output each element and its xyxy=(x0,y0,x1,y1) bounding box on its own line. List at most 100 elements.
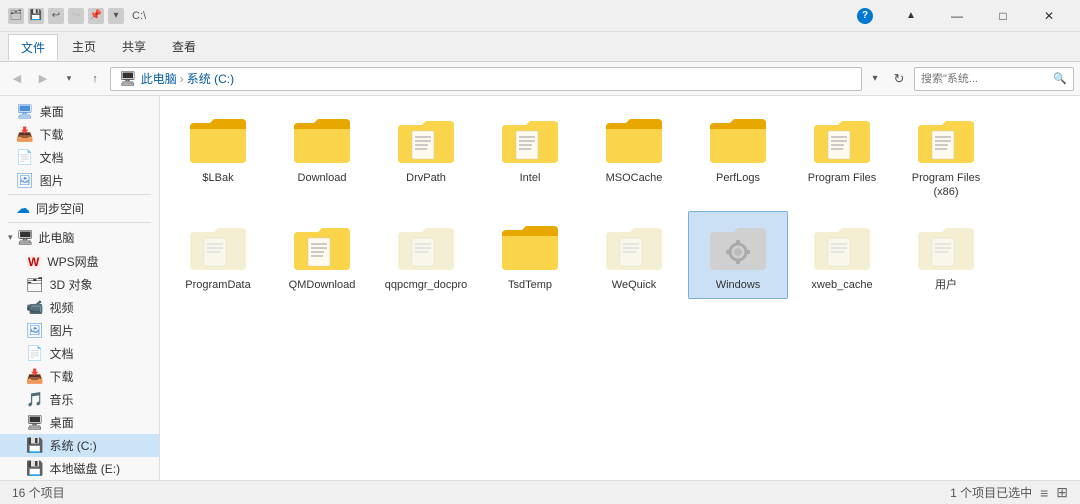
search-input[interactable] xyxy=(921,73,1049,85)
sidebar-item-downloads[interactable]: 📥 下载 xyxy=(0,365,159,388)
address-path[interactable]: 🖥 此电脑 › 系统 (C:) xyxy=(110,67,862,91)
folder-item[interactable]: Download xyxy=(272,104,372,207)
folder-icon xyxy=(810,218,874,276)
address-dropdown[interactable]: ▾ xyxy=(866,68,884,90)
up-button[interactable]: ↑ xyxy=(84,68,106,90)
folder-icon xyxy=(706,218,770,276)
sidebar-item-video[interactable]: 📹 视频 xyxy=(0,296,159,319)
download-icon2: 📥 xyxy=(26,368,43,385)
maximize-button[interactable]: □ xyxy=(980,0,1026,32)
title-bar-left: 🗂 💾 ↩ ↪ 📌 ▾ C:\ xyxy=(8,8,146,24)
onedrive-icon: ☁ xyxy=(16,200,30,217)
sidebar-item-wps[interactable]: W WPS网盘 xyxy=(0,250,159,273)
selected-count: 1 个项目已选中 xyxy=(950,484,1032,501)
folder-item[interactable]: qqpcmgr_docpro xyxy=(376,211,476,299)
sidebar-item-desktop[interactable]: 🖥 桌面 xyxy=(0,411,159,434)
folder-item[interactable]: DrvPath xyxy=(376,104,476,207)
wps-icon: W xyxy=(26,255,41,269)
minimize-button[interactable]: — xyxy=(934,0,980,32)
sidebar-item-pics[interactable]: 🖼 图片 xyxy=(0,319,159,342)
sidebar-item-pics-quick[interactable]: 🖼 图片 📌 xyxy=(0,169,159,192)
desktop-icon: 🖥 xyxy=(16,103,34,120)
dropdown-nav[interactable]: ▾ xyxy=(58,68,80,90)
title-bar: 🗂 💾 ↩ ↪ 📌 ▾ C:\ ? ▲ — □ ✕ xyxy=(0,0,1080,32)
folder-icon xyxy=(602,111,666,169)
refresh-button[interactable]: ↻ xyxy=(888,68,910,90)
sidebar-label: 桌面 xyxy=(50,414,74,431)
folder-item[interactable]: TsdTemp xyxy=(480,211,580,299)
dropdown-arrow[interactable]: ▾ xyxy=(108,8,124,24)
divider xyxy=(8,194,151,195)
tab-file[interactable]: 文件 xyxy=(8,34,58,60)
folder-item[interactable]: Intel xyxy=(480,104,580,207)
forward-button[interactable]: ▶ xyxy=(32,68,54,90)
list-view-icon[interactable]: ≡ xyxy=(1040,485,1048,501)
folder-item[interactable]: 用户 xyxy=(896,211,996,299)
sidebar-item-desktop-quick[interactable]: 🖥 桌面 📌 xyxy=(0,100,159,123)
download-icon: 📥 xyxy=(16,126,33,143)
folder-icon xyxy=(810,111,874,169)
folder-icon xyxy=(290,218,354,276)
3d-icon: 🗂 xyxy=(26,276,44,293)
folder-label: Download xyxy=(298,171,347,185)
folder-item[interactable]: $LBak xyxy=(168,104,268,207)
thispc-header[interactable]: ▾ 🖥 此电脑 xyxy=(0,225,159,250)
title-path: C:\ xyxy=(132,10,146,22)
pin-icon[interactable]: 📌 xyxy=(88,8,104,24)
quick-access-icon[interactable]: 💾 xyxy=(28,8,44,24)
back-button[interactable]: ◀ xyxy=(6,68,28,90)
sidebar-item-music[interactable]: 🎵 音乐 xyxy=(0,388,159,411)
folder-icon xyxy=(498,111,562,169)
grid-view-icon[interactable]: ⊞ xyxy=(1056,484,1068,501)
undo-icon[interactable]: ↩ xyxy=(48,8,64,24)
folder-icon xyxy=(394,218,458,276)
folder-grid: $LBak Download DrvPath xyxy=(168,104,1072,299)
folder-item[interactable]: MSOCache xyxy=(584,104,684,207)
sidebar-label: 下载 xyxy=(39,126,63,143)
folder-label: Program Files xyxy=(808,171,876,185)
sidebar-label: 音乐 xyxy=(49,391,73,408)
sidebar-item-docs[interactable]: 📄 文档 xyxy=(0,342,159,365)
pc-icon2: 🖥 xyxy=(17,229,35,246)
divider2 xyxy=(8,222,151,223)
folder-icon xyxy=(186,111,250,169)
folder-item[interactable]: WeQuick xyxy=(584,211,684,299)
folder-item[interactable]: xweb_cache xyxy=(792,211,892,299)
breadcrumb-thispc[interactable]: 此电脑 xyxy=(141,70,177,87)
folder-label: MSOCache xyxy=(606,171,663,185)
sidebar-label: 图片 xyxy=(50,322,74,339)
sidebar-label: 桌面 xyxy=(40,103,64,120)
main-layout: 🖥 桌面 📌 📥 下载 📌 📄 文档 📌 🖼 图片 📌 ☁ 同步空间 ▾ 🖥 xyxy=(0,96,1080,480)
folder-item[interactable]: Windows xyxy=(688,211,788,299)
tab-share[interactable]: 共享 xyxy=(110,34,158,59)
app-icon: 🗂 xyxy=(8,8,24,24)
redo-icon: ↪ xyxy=(68,8,84,24)
sidebar-item-onedrive[interactable]: ☁ 同步空间 xyxy=(0,197,159,220)
folder-item[interactable]: Program Files xyxy=(792,104,892,207)
folder-item[interactable]: ProgramData xyxy=(168,211,268,299)
folder-label: WeQuick xyxy=(612,278,656,292)
close-button[interactable]: ✕ xyxy=(1026,0,1072,32)
sidebar-item-systemc[interactable]: 💾 系统 (C:) xyxy=(0,434,159,457)
breadcrumb-drive[interactable]: 系统 (C:) xyxy=(187,70,234,87)
tab-view[interactable]: 查看 xyxy=(160,34,208,59)
help-button[interactable]: ? xyxy=(842,0,888,32)
sidebar-label: 同步空间 xyxy=(36,200,84,217)
search-box[interactable]: 🔍 xyxy=(914,67,1074,91)
sidebar-item-locale[interactable]: 💾 本地磁盘 (E:) xyxy=(0,457,159,480)
sidebar-item-3d[interactable]: 🗂 3D 对象 xyxy=(0,273,159,296)
ribbon-toggle[interactable]: ▲ xyxy=(888,0,934,32)
folder-item[interactable]: PerfLogs xyxy=(688,104,788,207)
content-area: $LBak Download DrvPath xyxy=(160,96,1080,480)
folder-label: $LBak xyxy=(202,171,233,185)
address-bar: ◀ ▶ ▾ ↑ 🖥 此电脑 › 系统 (C:) ▾ ↻ 🔍 xyxy=(0,62,1080,96)
pics-icon2: 🖼 xyxy=(26,322,44,339)
folder-item[interactable]: QMDownload xyxy=(272,211,372,299)
sidebar-item-download-quick[interactable]: 📥 下载 📌 xyxy=(0,123,159,146)
folder-item[interactable]: Program Files(x86) xyxy=(896,104,996,207)
sidebar-item-docs-quick[interactable]: 📄 文档 📌 xyxy=(0,146,159,169)
search-icon[interactable]: 🔍 xyxy=(1053,72,1067,85)
sidebar-label: 本地磁盘 (E:) xyxy=(49,460,120,477)
drive-icon: 💾 xyxy=(26,437,43,454)
tab-home[interactable]: 主页 xyxy=(60,34,108,59)
